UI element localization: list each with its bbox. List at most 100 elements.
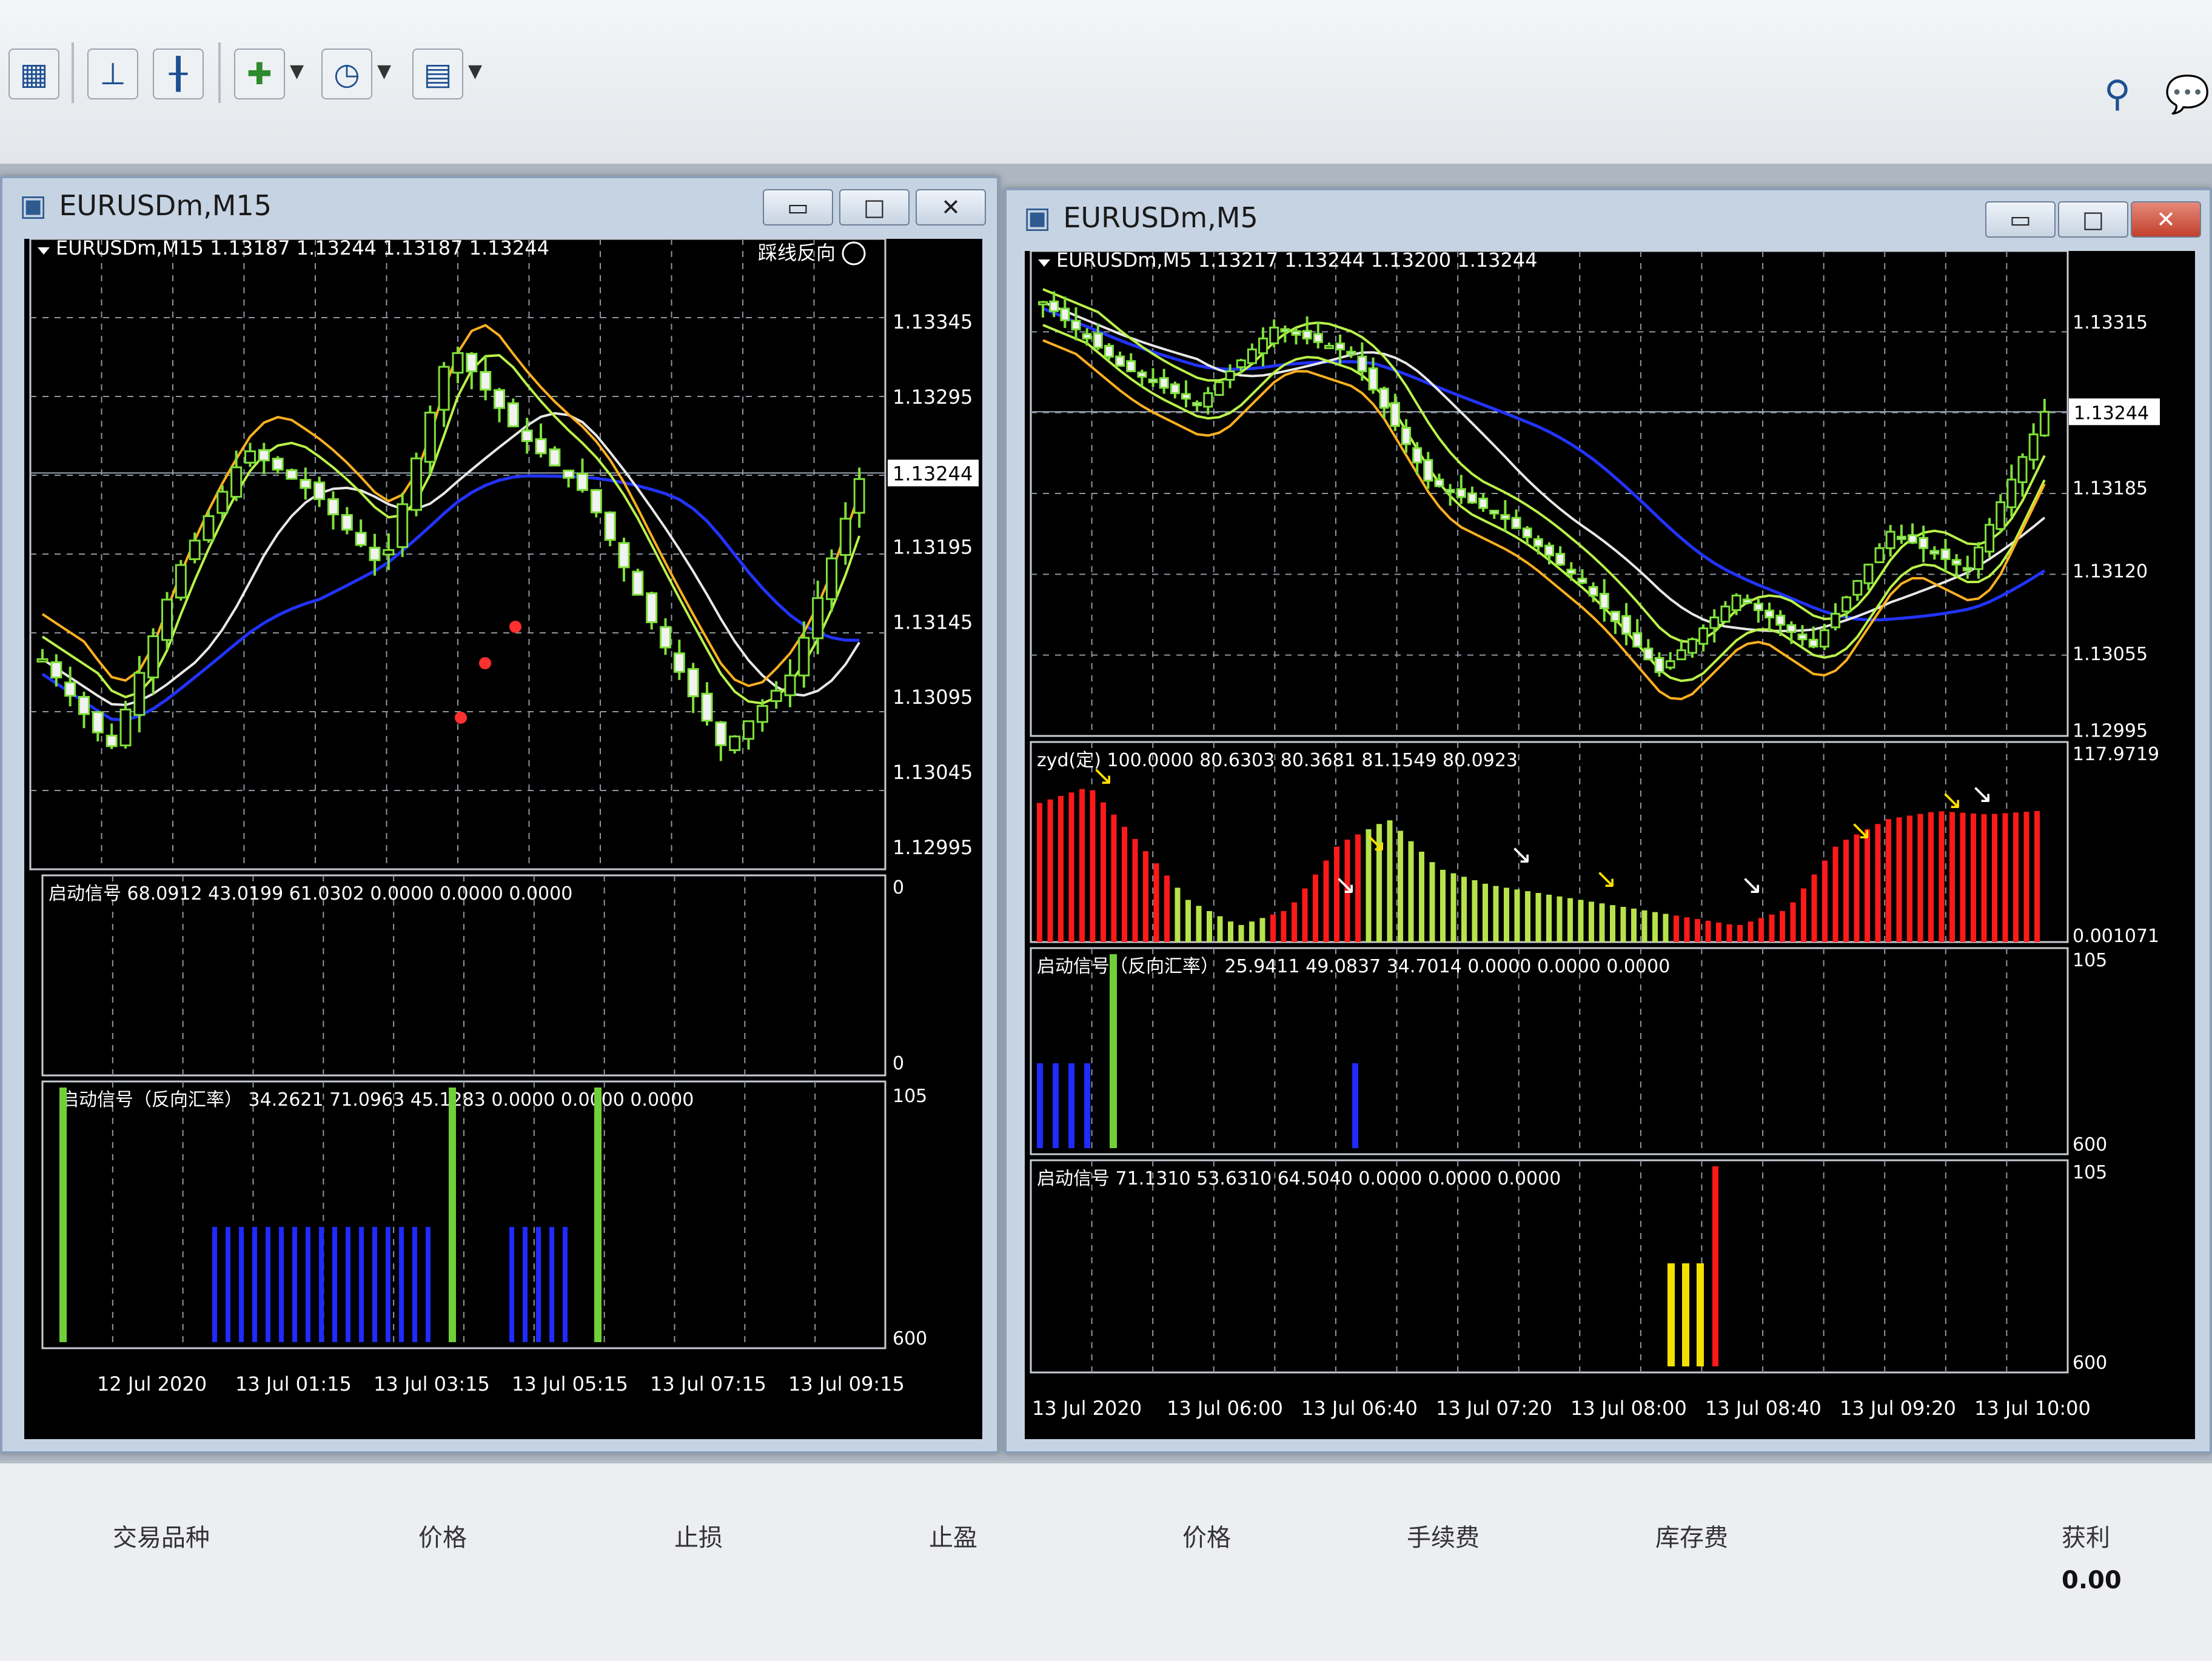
histogram-bar <box>1164 875 1170 942</box>
histogram-bar <box>1461 877 1467 942</box>
chart-window-right[interactable]: ▣ EURUSDm,M5 ▭ □ ✕ EURUSDm,M5 1.13217 1.… <box>1004 188 2212 1454</box>
histogram-bar <box>1811 874 1817 942</box>
chat-icon[interactable]: 💬 <box>2165 73 2210 116</box>
maximize-button[interactable]: □ <box>839 189 910 226</box>
add-chart-icon[interactable]: ✚ <box>234 48 285 99</box>
histogram-bar <box>1589 901 1594 942</box>
price-tick: 1.13195 <box>893 536 973 559</box>
candle <box>1808 638 1818 648</box>
candle <box>1368 367 1378 391</box>
candle <box>1588 586 1598 597</box>
candle <box>1346 350 1356 355</box>
histogram-bar <box>2034 811 2040 942</box>
chart-canvas[interactable]: EURUSDm,M5 1.13217 1.13244 1.13200 1.132… <box>1025 251 2195 1439</box>
time-label: 13 Jul 03:15 <box>374 1372 490 1395</box>
candle <box>230 466 243 498</box>
histogram-bar <box>1981 814 1987 942</box>
candle <box>687 668 699 698</box>
histogram-bar <box>1047 799 1053 942</box>
time-label: 13 Jul 07:20 <box>1436 1397 1552 1420</box>
chart-svg[interactable]: EURUSDm,M5 1.13217 1.13244 1.13200 1.132… <box>1025 251 2195 1439</box>
signal-arrow-icon: ↘ <box>1364 827 1387 858</box>
candle <box>701 692 713 722</box>
histogram-bar <box>1610 905 1615 942</box>
clock-icon[interactable]: ◷ <box>321 48 372 99</box>
column-price[interactable]: 价格 <box>418 1518 467 1553</box>
candle <box>78 696 90 715</box>
signal-bar-red <box>1712 1166 1718 1366</box>
indicator-tick: 600 <box>2073 1352 2107 1374</box>
candle <box>1830 612 1840 629</box>
column-take-profit[interactable]: 止盈 <box>929 1518 977 1553</box>
collapse-triangle-icon <box>38 247 50 255</box>
chart-window-left[interactable]: ▣ EURUSDm,M15 ▭ □ ✕ EURUSDm,M15 1.13187 … <box>0 176 999 1454</box>
candle <box>729 735 741 751</box>
minimize-button[interactable]: ▭ <box>1985 201 2056 238</box>
signal-bar-blue <box>239 1227 244 1342</box>
candle <box>1412 447 1423 464</box>
candle <box>313 481 326 500</box>
column-commission[interactable]: 手续费 <box>1407 1518 1480 1553</box>
histogram-bar <box>1196 906 1202 942</box>
close-button[interactable]: ✕ <box>916 189 986 226</box>
histogram-bar <box>1578 900 1584 942</box>
time-label: 13 Jul 07:15 <box>650 1372 766 1395</box>
close-button[interactable]: ✕ <box>2131 201 2201 238</box>
histogram-bar <box>1663 914 1669 942</box>
chevron-down-icon[interactable]: ▼ <box>377 61 391 82</box>
candle <box>770 689 782 703</box>
column-profit[interactable]: 获利 <box>2062 1518 2110 1553</box>
chart-canvas[interactable]: EURUSDm,M15 1.13187 1.13244 1.13187 1.13… <box>24 239 982 1439</box>
chart-window-icon: ▣ <box>19 189 47 222</box>
chart-step-icon[interactable]: ╂ <box>153 48 204 99</box>
candle <box>1566 569 1577 575</box>
minimize-button[interactable]: ▭ <box>763 189 833 226</box>
histogram-bar <box>1674 915 1679 942</box>
candle <box>1522 527 1532 538</box>
candle <box>1533 538 1543 547</box>
candle <box>397 503 409 548</box>
chevron-down-icon[interactable]: ▼ <box>468 61 482 82</box>
candle <box>715 721 727 746</box>
histogram-bar <box>1398 830 1403 942</box>
histogram-bar <box>1716 922 1721 942</box>
candle <box>1973 546 1983 570</box>
collapse-triangle-icon <box>1038 259 1050 267</box>
signal-arrow-icon: ↘ <box>1334 869 1356 900</box>
candle <box>300 479 312 489</box>
histogram-bar <box>1238 924 1244 942</box>
template-icon[interactable]: ▤ <box>412 48 463 99</box>
histogram-bar <box>1270 914 1276 942</box>
candle <box>424 412 436 463</box>
candle <box>341 514 353 531</box>
signal-bar-blue <box>386 1227 390 1342</box>
price-tick: 1.13345 <box>893 310 973 333</box>
chart-svg[interactable]: EURUSDm,M15 1.13187 1.13244 1.13187 1.13… <box>24 239 982 1439</box>
candle <box>1390 402 1400 427</box>
histogram-bar <box>1652 912 1658 942</box>
signal-bar-blue <box>1084 1063 1090 1148</box>
candle <box>1555 553 1566 566</box>
histogram-bar <box>1780 911 1785 942</box>
signal-bar-blue <box>292 1227 297 1342</box>
toolbar-separator <box>218 42 221 103</box>
histogram-bar <box>1705 920 1711 942</box>
search-icon[interactable]: ⚲ <box>2104 73 2131 115</box>
chart-bar-icon[interactable]: ⊥ <box>87 48 138 99</box>
column-swap[interactable]: 库存费 <box>1655 1518 1728 1553</box>
column-symbol[interactable]: 交易品种 <box>113 1518 210 1553</box>
grid-icon[interactable]: ▦ <box>8 48 59 99</box>
chevron-down-icon[interactable]: ▼ <box>290 61 304 82</box>
maximize-button[interactable]: □ <box>2058 201 2128 238</box>
column-price-current[interactable]: 价格 <box>1182 1518 1231 1553</box>
candle <box>1819 629 1829 648</box>
candle <box>189 540 201 560</box>
signal-bar-green <box>594 1088 602 1342</box>
candle <box>1126 360 1136 372</box>
column-stop-loss[interactable]: 止损 <box>674 1518 723 1553</box>
histogram-bar <box>1801 888 1806 942</box>
signal-bar-blue <box>252 1227 257 1342</box>
candle <box>1753 603 1763 611</box>
candle <box>1698 627 1709 645</box>
signal-bar-blue <box>509 1227 514 1342</box>
